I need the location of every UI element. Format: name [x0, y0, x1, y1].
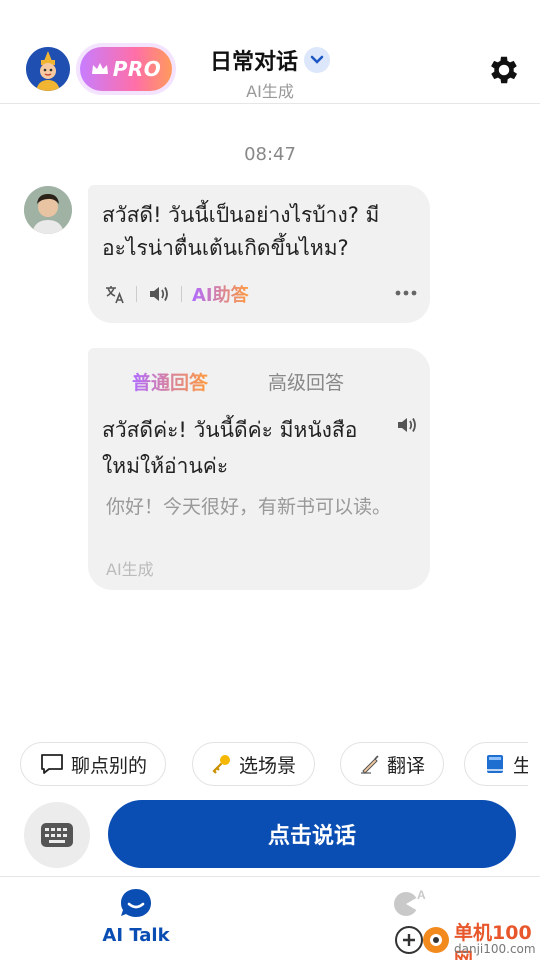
- message-actions: AI助答: [104, 281, 249, 307]
- pro-badge[interactable]: PRO: [80, 47, 172, 91]
- crown-icon: [91, 63, 108, 74]
- watermark-url: danji100.com: [454, 942, 536, 956]
- quick-action-chips: 聊点别的 选场景 翻译 生: [20, 742, 528, 786]
- header: PRO 日常对话 AI生成: [0, 0, 540, 104]
- key-icon: [212, 755, 230, 774]
- chip-choose-scene[interactable]: 选场景: [192, 742, 316, 786]
- chip-translate[interactable]: 翻译: [340, 742, 445, 786]
- message-bubble: สวัสดี! วันนี้เป็นอย่างไรบ้าง? มีอะไรน่า…: [88, 185, 430, 323]
- speech-bubble-icon: [41, 754, 63, 774]
- chip-chat-other[interactable]: 聊点别的: [20, 742, 167, 786]
- watermark-logo-icon: [395, 926, 449, 954]
- push-to-talk-button[interactable]: 点击说话: [108, 800, 516, 868]
- chip-label: 生: [513, 754, 528, 777]
- title-selector[interactable]: 日常对话 AI生成: [200, 44, 340, 102]
- watermark: 单机100网 danji100.com: [392, 918, 540, 960]
- recite-icon: A: [394, 888, 426, 916]
- book-icon: [487, 755, 503, 773]
- tutor-avatar[interactable]: [24, 186, 72, 234]
- page-title[interactable]: 日常对话: [210, 44, 298, 76]
- suggestion-card: 普通回答 高级回答 สวัสดีค่ะ! วันนี้ดีค่ะ มีหนังส…: [88, 348, 430, 590]
- divider: [181, 286, 182, 302]
- nav-item-ai-talk[interactable]: AI Talk: [98, 887, 174, 946]
- keyboard-icon: [41, 823, 73, 847]
- ai-generated-label: AI生成: [106, 560, 154, 579]
- tab-normal-answer[interactable]: 普通回答: [132, 368, 208, 395]
- more-icon[interactable]: [394, 289, 418, 297]
- chevron-down-icon[interactable]: [304, 47, 330, 73]
- chip-label: 选场景: [239, 754, 297, 777]
- page-subtitle: AI生成: [246, 82, 294, 101]
- mascot-icon: [26, 47, 70, 91]
- suggested-reply-text: สวัสดีค่ะ! วันนี้ดีค่ะ มีหนังสือใหม่ให้อ…: [102, 418, 358, 478]
- timestamp: 08:47: [244, 144, 296, 165]
- reply-translation: 你好！今天很好，有新书可以读。: [106, 496, 392, 518]
- chip-more[interactable]: 生: [464, 742, 528, 786]
- svg-text:A: A: [417, 888, 426, 902]
- divider: [136, 286, 137, 302]
- speaker-icon[interactable]: [147, 283, 171, 305]
- ai-help-button[interactable]: AI助答: [192, 281, 249, 307]
- ai-talk-icon: [121, 889, 151, 917]
- chip-label: 翻译: [387, 754, 426, 777]
- message-text: สวัสดี! วันนี้เป็นอย่างไรบ้าง? มีอะไรน่า…: [102, 203, 380, 260]
- writing-hand-icon: [361, 755, 379, 774]
- translate-icon[interactable]: [104, 283, 126, 305]
- nav-label-ai-talk: AI Talk: [102, 925, 170, 946]
- keyboard-toggle-button[interactable]: [24, 802, 90, 868]
- speaker-icon[interactable]: [394, 414, 420, 436]
- tab-advanced-answer[interactable]: 高级回答: [268, 368, 344, 395]
- mascot-avatar[interactable]: [26, 47, 70, 91]
- gear-icon[interactable]: [486, 52, 522, 88]
- person-avatar-icon: [24, 186, 72, 234]
- reply-tabs: 普通回答 高级回答: [132, 368, 344, 395]
- pro-label: PRO: [112, 57, 162, 81]
- chip-label: 聊点别的: [71, 754, 148, 777]
